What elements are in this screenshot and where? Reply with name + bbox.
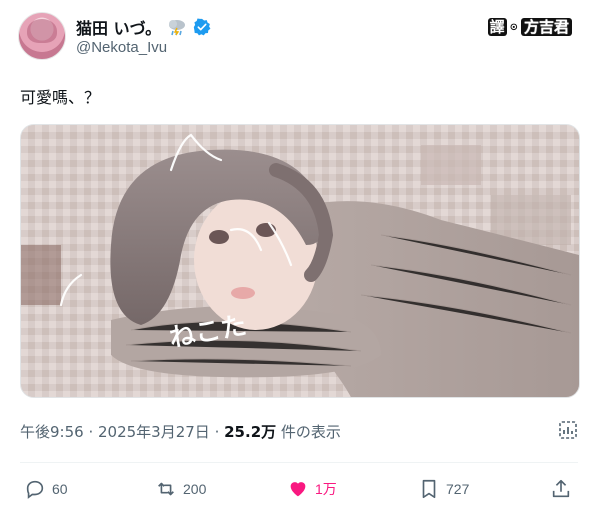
tweet-text: 可愛嗎、？ bbox=[20, 88, 101, 107]
translator-watermark: 譯 ⊙ 方吉君 bbox=[487, 18, 572, 36]
like-button[interactable]: 1万 bbox=[287, 478, 337, 500]
tweet-time[interactable]: 午後9:56 bbox=[20, 423, 84, 441]
tweet-date[interactable]: 2025年3月27日 bbox=[98, 423, 210, 441]
analytics-icon[interactable] bbox=[558, 420, 578, 440]
meta-dot: · bbox=[209, 423, 225, 441]
tweet-header: 猫田 いづ。 @Nekota_Ivu 譯 ⊙ 方吉君 bbox=[18, 12, 580, 64]
view-count: 25.2万 bbox=[224, 423, 277, 441]
divider bbox=[20, 462, 578, 463]
bookmark-button[interactable]: 727 bbox=[418, 478, 469, 500]
view-label: 件の表示 bbox=[276, 423, 341, 441]
translator-char: 譯 bbox=[487, 18, 507, 36]
tweet-photo[interactable]: ねこた bbox=[20, 124, 580, 398]
heart-filled-icon bbox=[287, 478, 309, 500]
reply-button[interactable]: 60 bbox=[24, 478, 68, 500]
photo-illustration: ねこた bbox=[21, 125, 579, 397]
display-name[interactable]: 猫田 いづ。 bbox=[76, 15, 161, 39]
reply-icon bbox=[24, 478, 46, 500]
rain-cloud-icon bbox=[167, 18, 187, 36]
retweet-icon bbox=[155, 478, 177, 500]
bookmark-count: 727 bbox=[446, 481, 470, 497]
tweet-meta: 午後9:56 · 2025年3月27日 · 25.2万 件の表示 bbox=[20, 421, 341, 442]
retweet-count: 200 bbox=[183, 481, 207, 497]
translator-sep: ⊙ bbox=[509, 21, 518, 33]
bookmark-icon bbox=[418, 478, 440, 500]
translator-name: 方吉君 bbox=[520, 18, 572, 36]
retweet-button[interactable]: 200 bbox=[155, 478, 206, 500]
meta-dot: · bbox=[83, 423, 98, 441]
share-button[interactable] bbox=[550, 478, 572, 500]
like-count: 1万 bbox=[315, 481, 337, 497]
action-bar: 60 200 1万 727 bbox=[0, 478, 598, 506]
user-handle[interactable]: @Nekota_Ivu bbox=[76, 39, 167, 56]
verified-badge-icon bbox=[193, 18, 211, 36]
share-icon bbox=[550, 478, 572, 500]
reply-count: 60 bbox=[52, 481, 68, 497]
name-row: 猫田 いづ。 bbox=[76, 15, 211, 39]
avatar[interactable] bbox=[18, 12, 66, 60]
